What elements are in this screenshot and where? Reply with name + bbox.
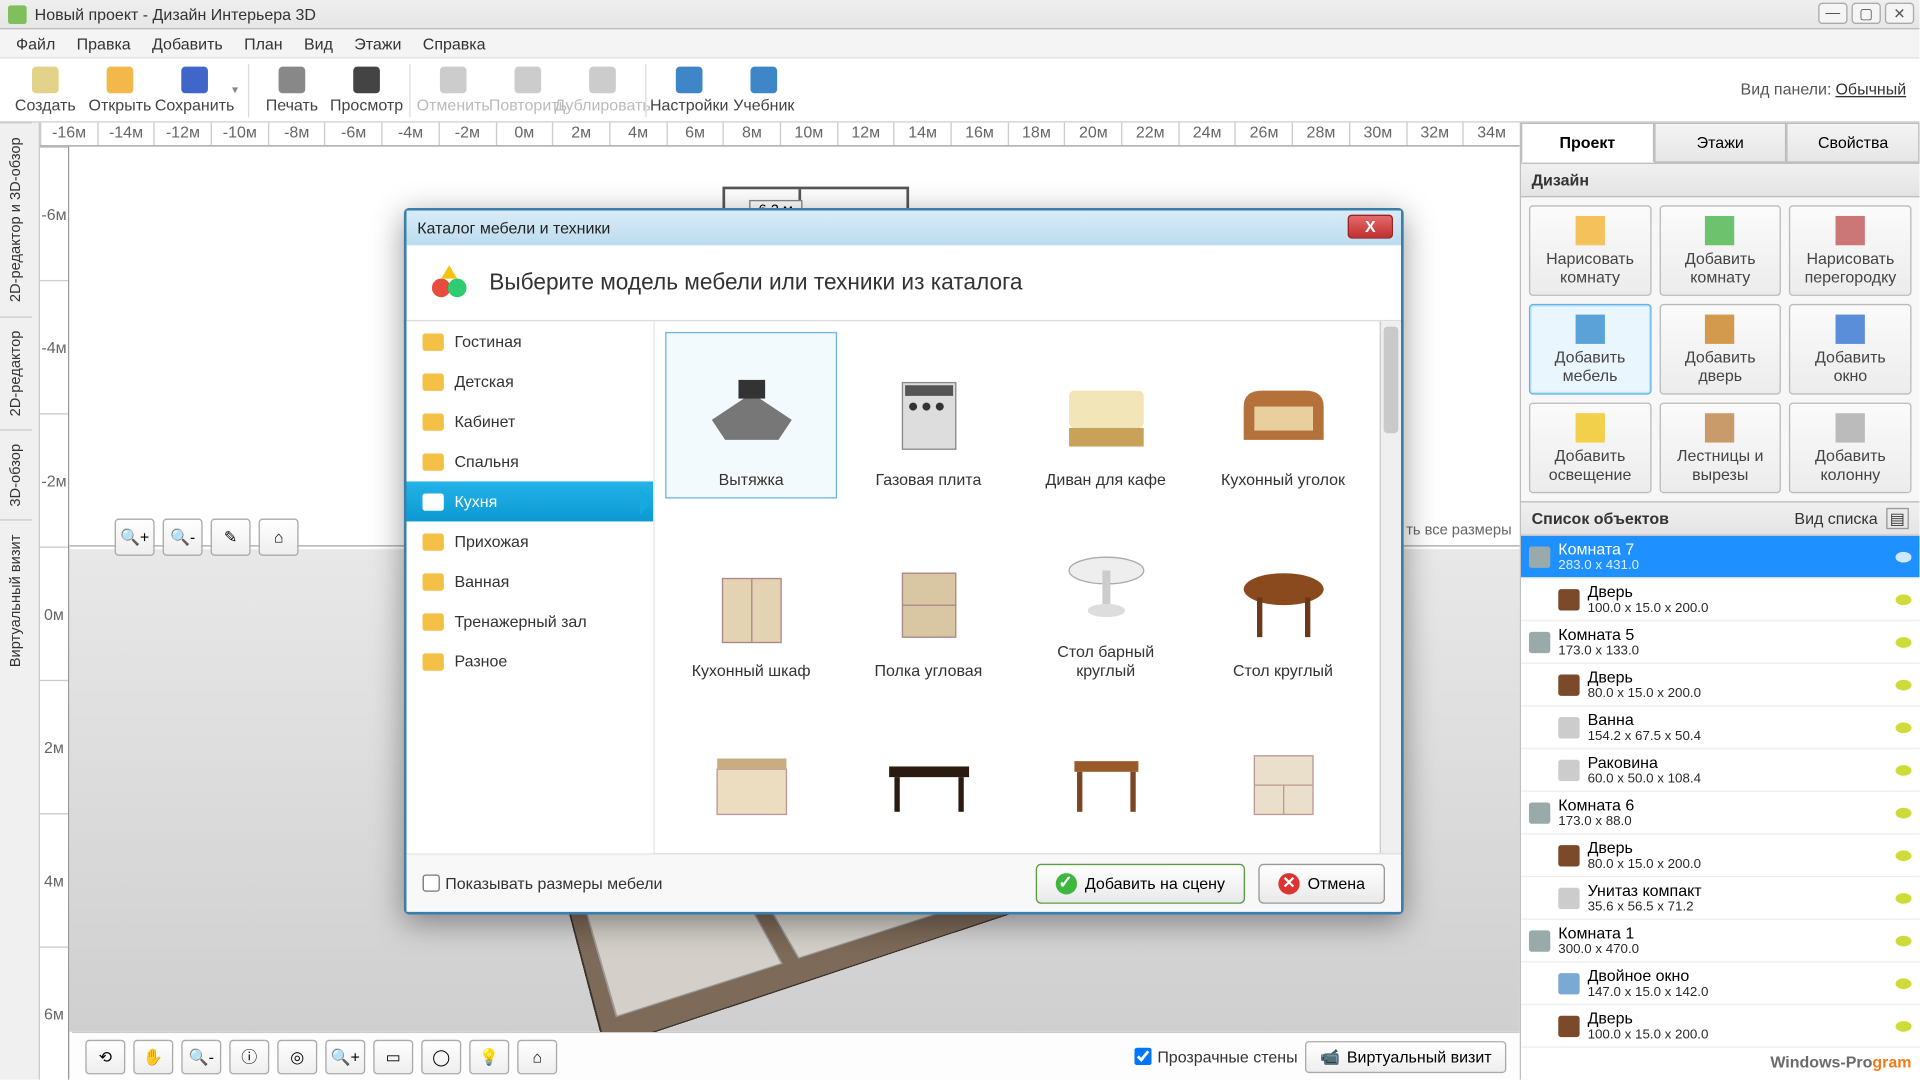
folder-icon bbox=[423, 373, 444, 390]
measure-button[interactable]: ✎ bbox=[211, 519, 251, 556]
furniture-item-5[interactable]: Полка угловая bbox=[842, 504, 1014, 689]
folder-icon bbox=[423, 613, 444, 630]
furniture-item-11[interactable] bbox=[1197, 694, 1369, 842]
furniture-item-label: Стол барный круглый bbox=[1029, 643, 1182, 680]
zoom-out-button[interactable]: 🔍- bbox=[163, 519, 203, 556]
category-Разное[interactable]: Разное bbox=[407, 641, 654, 681]
category-Гостиная[interactable]: Гостиная bbox=[407, 321, 654, 361]
items-scrollbar[interactable] bbox=[1380, 321, 1401, 853]
dialog-heading: Выберите модель мебели или техники из ка… bbox=[489, 269, 1022, 296]
category-Кабинет[interactable]: Кабинет bbox=[407, 401, 654, 441]
furniture-items-grid: Вытяжка Газовая плита Диван для кафе Кухонн… bbox=[655, 321, 1380, 853]
furniture-item-label: Диван для кафе bbox=[1046, 471, 1166, 490]
furniture-item-0[interactable]: Вытяжка bbox=[665, 332, 837, 499]
furniture-thumb-icon bbox=[1223, 356, 1343, 471]
category-Спальня[interactable]: Спальня bbox=[407, 441, 654, 481]
show-sizes-checkbox[interactable]: Показывать размеры мебели bbox=[423, 874, 663, 893]
cancel-button[interactable]: Отмена bbox=[1258, 863, 1385, 903]
category-Детская[interactable]: Детская bbox=[407, 361, 654, 401]
furniture-thumb-icon bbox=[868, 547, 988, 662]
folder-icon bbox=[423, 333, 444, 350]
dialog-titlebar: Каталог мебели и техники X bbox=[407, 211, 1401, 246]
furniture-thumb-icon bbox=[691, 718, 811, 833]
furniture-item-2[interactable]: Диван для кафе bbox=[1020, 332, 1192, 499]
ok-icon bbox=[1056, 872, 1077, 893]
furniture-thumb-icon bbox=[868, 356, 988, 471]
watermark: Windows-Program bbox=[1770, 1050, 1911, 1071]
folder-icon bbox=[423, 653, 444, 670]
furniture-thumb-icon bbox=[691, 356, 811, 471]
catalog-header-icon bbox=[428, 261, 471, 304]
home-button[interactable]: ⌂ bbox=[259, 519, 299, 556]
furniture-item-label: Кухонный уголок bbox=[1221, 471, 1345, 490]
furniture-item-label: Полка угловая bbox=[875, 661, 983, 680]
furniture-thumb-icon bbox=[1046, 718, 1166, 833]
furniture-item-label: Газовая плита bbox=[876, 471, 982, 490]
furniture-thumb-icon bbox=[1223, 547, 1343, 662]
category-Тренажерный зал[interactable]: Тренажерный зал bbox=[407, 601, 654, 641]
show-sizes-label: Показывать размеры мебели bbox=[445, 874, 662, 893]
cancel-label: Отмена bbox=[1308, 874, 1365, 893]
folder-icon bbox=[423, 493, 444, 510]
zoom-in-button[interactable]: 🔍+ bbox=[115, 519, 155, 556]
furniture-item-9[interactable] bbox=[842, 694, 1014, 842]
furniture-item-label: Вытяжка bbox=[719, 471, 784, 490]
view2d-toolbar: 🔍+🔍-✎⌂ bbox=[115, 519, 299, 556]
folder-icon bbox=[423, 573, 444, 590]
furniture-item-10[interactable] bbox=[1020, 694, 1192, 842]
furniture-thumb-icon bbox=[1046, 356, 1166, 471]
add-to-scene-label: Добавить на сцену bbox=[1085, 874, 1225, 893]
furniture-catalog-dialog: Каталог мебели и техники X Выберите моде… bbox=[404, 208, 1404, 914]
furniture-thumb-icon bbox=[868, 718, 988, 833]
category-Кухня[interactable]: Кухня bbox=[407, 481, 654, 521]
category-Ванная[interactable]: Ванная bbox=[407, 561, 654, 601]
category-list: ГостинаяДетскаяКабинетСпальняКухняПрихож… bbox=[407, 321, 655, 853]
folder-icon bbox=[423, 413, 444, 430]
furniture-item-6[interactable]: Стол барный круглый bbox=[1020, 504, 1192, 689]
furniture-item-4[interactable]: Кухонный шкаф bbox=[665, 504, 837, 689]
furniture-item-1[interactable]: Газовая плита bbox=[842, 332, 1014, 499]
folder-icon bbox=[423, 453, 444, 470]
furniture-item-label: Стол круглый bbox=[1233, 661, 1333, 680]
furniture-thumb-icon bbox=[1046, 528, 1166, 643]
dialog-close-button[interactable]: X bbox=[1348, 215, 1393, 239]
furniture-item-7[interactable]: Стол круглый bbox=[1197, 504, 1369, 689]
folder-icon bbox=[423, 533, 444, 550]
category-Прихожая[interactable]: Прихожая bbox=[407, 521, 654, 561]
furniture-item-3[interactable]: Кухонный уголок bbox=[1197, 332, 1369, 499]
furniture-thumb-icon bbox=[691, 547, 811, 662]
cancel-icon bbox=[1278, 872, 1299, 893]
furniture-thumb-icon bbox=[1223, 718, 1343, 833]
furniture-item-label: Кухонный шкаф bbox=[692, 661, 811, 680]
add-to-scene-button[interactable]: Добавить на сцену bbox=[1036, 863, 1245, 903]
dialog-title: Каталог мебели и техники bbox=[417, 219, 610, 238]
furniture-item-8[interactable] bbox=[665, 694, 837, 842]
